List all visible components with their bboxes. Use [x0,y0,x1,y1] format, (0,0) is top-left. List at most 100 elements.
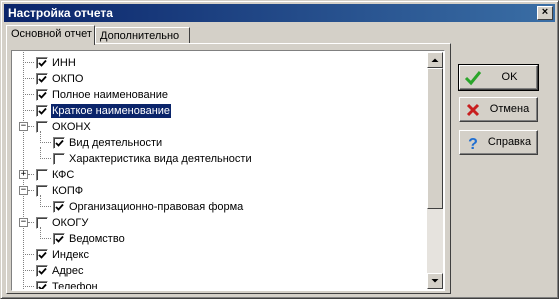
check-mark-icon [38,75,47,83]
tree-row[interactable]: ОКПО [13,71,428,87]
scroll-down-button[interactable] [427,273,443,289]
tree-connector [40,158,51,159]
tree-row[interactable]: ИНН [13,55,428,71]
tree-item-checkbox[interactable] [36,169,48,181]
tab-additional[interactable]: Дополнительно [95,27,190,44]
check-mark-icon [55,235,64,243]
ok-label: OK [501,71,518,83]
collapse-icon[interactable]: − [19,186,28,195]
window-title: Настройка отчета [8,6,113,20]
expand-icon[interactable]: + [19,170,28,179]
tree-item-checkbox[interactable] [36,249,48,261]
tab-main-report[interactable]: Основной отчет [6,25,95,45]
tree-row[interactable]: − КОПФ [13,183,428,199]
tree-item-label: ОКОГУ [52,217,89,229]
cancel-label: Отмена [489,103,530,115]
cancel-button[interactable]: Отмена [459,97,538,122]
tree-connector [40,131,41,143]
tree-connector [40,238,51,239]
tree-connector [23,110,34,111]
tree-item-checkbox[interactable] [36,217,48,229]
tree-connector [40,147,41,159]
tree-item-label: Характеристика вида деятельности [69,153,252,165]
tree-item-label: Телефон [52,281,98,289]
tab-label: Основной отчет [11,28,92,40]
tree-connector [23,78,34,79]
tree-row[interactable]: Адрес [13,263,428,279]
close-button[interactable]: × [537,6,553,20]
tree-item-label: ИНН [52,57,76,69]
tree-item-checkbox[interactable] [53,233,65,245]
check-mark-icon [38,91,47,99]
ok-button[interactable]: OK [458,64,539,91]
tree-row[interactable]: Телефон [13,279,428,289]
tree-connector [23,62,34,63]
check-mark-icon [38,251,47,259]
tree-row[interactable]: Характеристика вида деятельности [13,147,428,167]
tree-row[interactable]: Краткое наименование [13,103,428,119]
tab-label: Дополнительно [100,30,180,42]
tree-item-label: Полное наименование [52,89,168,101]
tree-item-label: Адрес [52,265,84,277]
check-mark-icon [55,203,64,211]
report-settings-dialog: Настройка отчета × Основной отчет Дополн… [0,0,559,299]
tree-item-label: Краткое наименование [49,103,173,119]
tree-connector [23,94,34,95]
tree-connector [40,142,51,143]
collapse-icon[interactable]: − [19,122,28,131]
tree-item-label: Вид деятельности [69,137,163,149]
tree-row[interactable]: Ведомство [13,227,428,247]
tree-connector [23,286,34,287]
tree-item-checkbox[interactable] [36,121,48,133]
tree-row[interactable]: Индекс [13,247,428,263]
scroll-up-button[interactable] [427,52,443,68]
help-label: Справка [487,136,532,148]
tree-item-checkbox[interactable] [53,153,65,165]
tree-connector [28,174,34,175]
tree-item-label: Ведомство [69,233,125,245]
tree-row[interactable]: − ОКОГУ [13,215,428,231]
tree-connector [28,126,34,127]
tree-item-checkbox[interactable] [36,265,48,277]
fields-tree: ИНН ОКПО Полное наименование Краткое наимен… [11,50,445,291]
title-bar[interactable]: Настройка отчета × [4,4,555,22]
tree-item-label: ОКПО [52,73,84,85]
check-mark-icon [55,139,64,147]
tree-connector [28,222,34,223]
check-mark-icon [38,267,47,275]
check-mark-icon [38,59,47,67]
tree-item-checkbox[interactable] [53,201,65,213]
tree-row[interactable]: + КФС [13,167,428,183]
tree-row[interactable]: Вид деятельности [13,131,428,151]
tree-item-checkbox[interactable] [36,73,48,85]
tree-item-label: КОПФ [52,185,84,197]
help-button[interactable]: ? Справка [459,130,538,155]
scroll-thumb[interactable] [427,68,443,209]
tree-row[interactable]: Организационно-правовая форма [13,195,428,215]
collapse-icon[interactable]: − [19,218,28,227]
tree-row[interactable]: − ОКОНХ [13,119,428,135]
checkmark-icon [464,71,482,86]
tree-item-checkbox[interactable] [36,281,48,289]
tree-item-label: КФС [52,169,75,181]
tree-item-label: Организационно-правовая форма [69,201,244,213]
check-mark-icon [38,283,47,289]
tree-connector [40,227,41,239]
tree-connector [28,190,34,191]
tree-row[interactable]: Полное наименование [13,87,428,103]
tree-item-checkbox[interactable] [53,137,65,149]
vertical-scrollbar[interactable] [427,52,443,289]
tree-item-checkbox[interactable] [36,185,48,197]
tree-item-label: ОКОНХ [52,121,91,133]
check-mark-icon [38,107,47,115]
tree-connector [40,206,51,207]
question-icon: ? [468,136,478,152]
tree-item-label: Индекс [52,249,89,261]
tree-item-checkbox[interactable] [36,89,48,101]
close-icon: × [541,6,549,18]
tab-panel-main: ИНН ОКПО Полное наименование Краткое наимен… [6,43,451,294]
arrow-down-icon [431,279,439,283]
tree-item-checkbox[interactable] [36,105,48,117]
tree-item-checkbox[interactable] [36,57,48,69]
tree-connector [23,254,34,255]
